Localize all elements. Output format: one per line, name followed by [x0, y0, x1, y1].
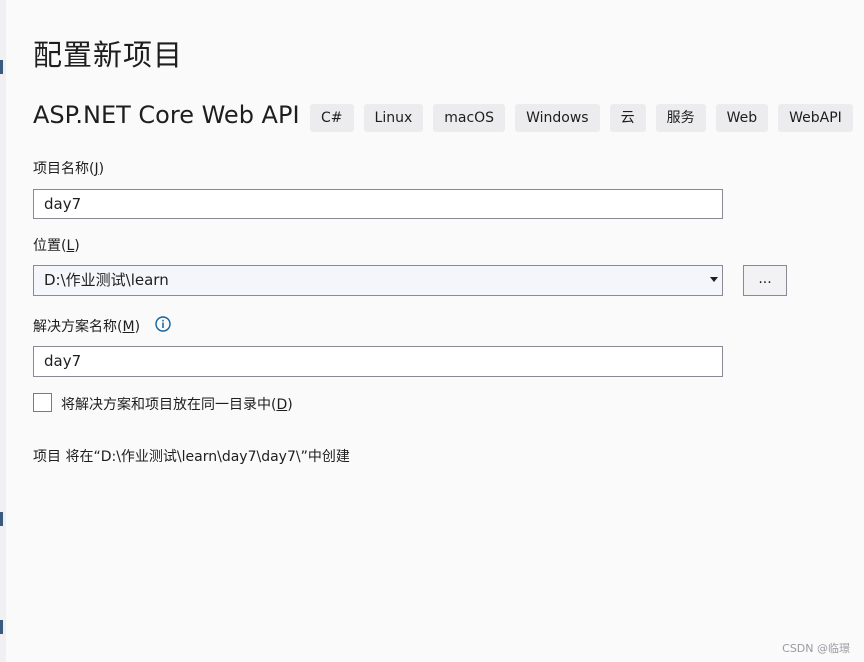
tag-windows: Windows	[515, 104, 600, 132]
creation-path-text: 项目 将在“D:\作业测试\learn\day7\day7\”中创建	[33, 449, 350, 465]
info-icon[interactable]	[155, 316, 171, 332]
same-directory-checkbox[interactable]	[33, 393, 52, 412]
chevron-down-icon[interactable]	[710, 277, 718, 282]
watermark: CSDN @临璟	[782, 642, 850, 655]
browse-button[interactable]: ...	[743, 265, 787, 296]
tag-cloud: 云	[609, 104, 646, 132]
edge-mark	[0, 60, 3, 74]
tag-linux: Linux	[363, 104, 424, 132]
project-name-label: 项目名称(J)	[33, 161, 105, 177]
same-directory-label[interactable]: 将解决方案和项目放在同一目录中(D)	[61, 394, 293, 414]
location-value: D:\作业测试\learn	[44, 271, 169, 289]
location-label: 位置(L)	[33, 238, 80, 254]
mnemonic: J	[94, 161, 99, 177]
template-tags: C# Linux macOS Windows 云 服务 Web WebAPI	[310, 104, 853, 132]
template-name: ASP.NET Core Web API	[33, 101, 300, 129]
mnemonic: M	[122, 319, 135, 335]
tag-csharp: C#	[310, 104, 354, 132]
tag-webapi: WebAPI	[778, 104, 853, 132]
page-title: 配置新项目	[33, 38, 184, 72]
edge-mark	[0, 620, 3, 634]
solution-name-input[interactable]: day7	[33, 346, 723, 377]
tag-macos: macOS	[433, 104, 506, 132]
project-name-input[interactable]: day7	[33, 189, 723, 219]
location-combobox[interactable]: D:\作业测试\learn	[33, 265, 723, 296]
edge-mark	[0, 512, 3, 526]
mnemonic: L	[66, 238, 75, 254]
tag-service: 服务	[655, 104, 706, 132]
mnemonic: D	[276, 397, 288, 413]
tag-web: Web	[715, 104, 769, 132]
window-left-edge	[0, 0, 6, 662]
solution-name-label: 解决方案名称(M)	[33, 319, 141, 335]
